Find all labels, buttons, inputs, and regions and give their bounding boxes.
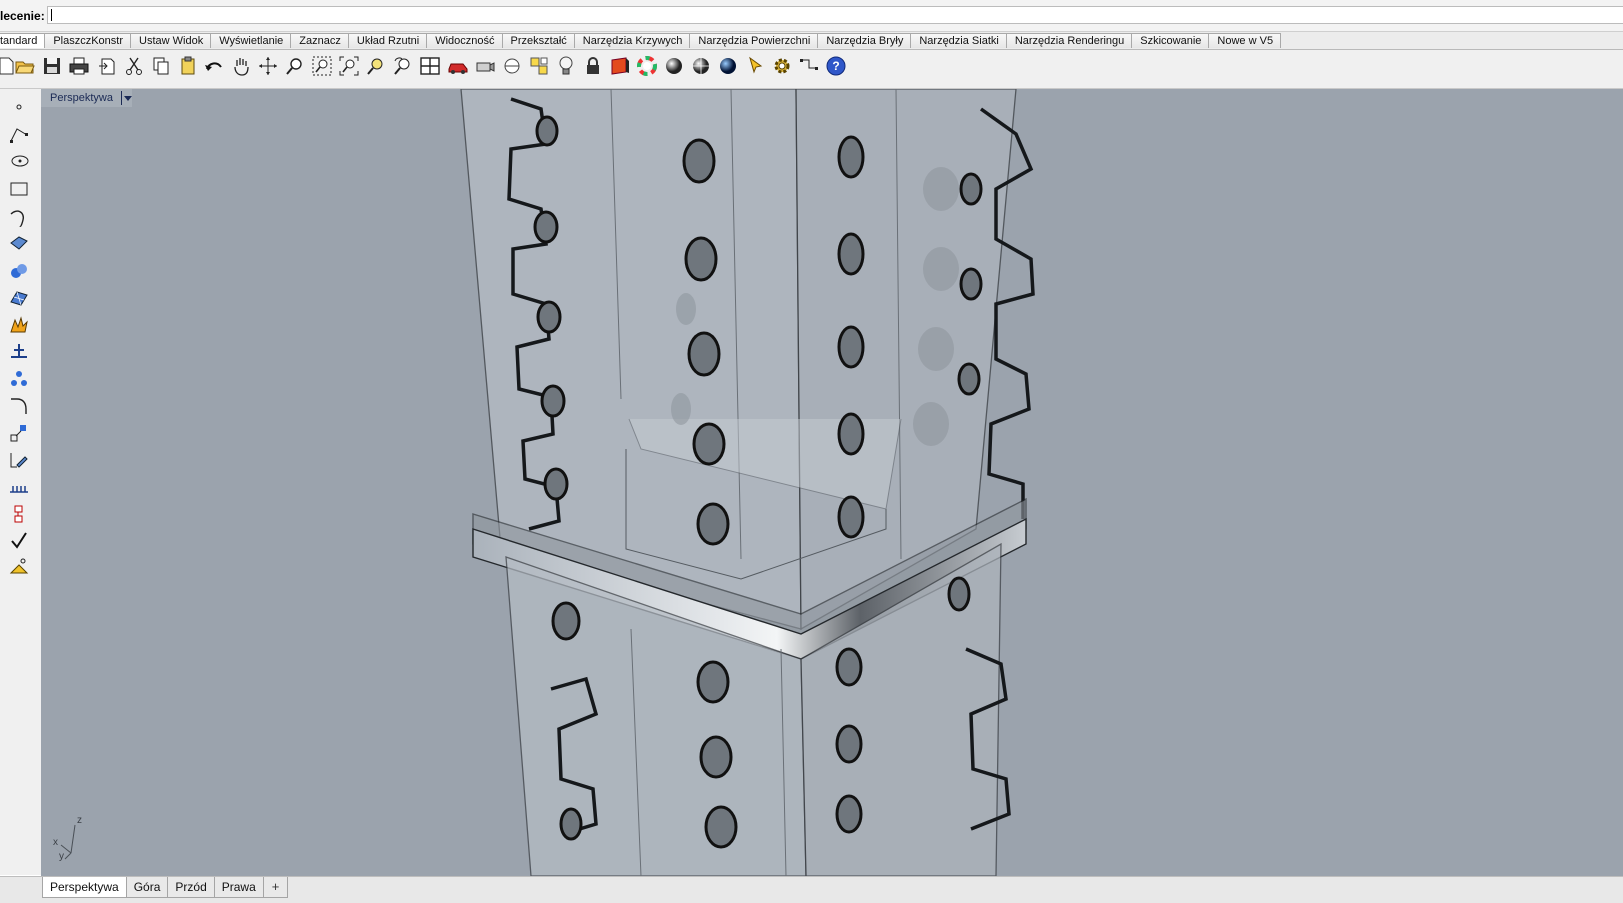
zoom-icon[interactable] xyxy=(283,54,307,78)
toolbar-tabs: tandard PlaszczKonstr Ustaw Widok Wyświe… xyxy=(0,33,1282,49)
command-input[interactable] xyxy=(47,6,1623,24)
circle-icon[interactable] xyxy=(6,149,32,173)
render-tool-icon[interactable] xyxy=(6,555,32,579)
render-sphere-icon[interactable] xyxy=(716,54,740,78)
tab-plaszczkonstr[interactable]: PlaszczKonstr xyxy=(44,33,132,48)
import-icon[interactable] xyxy=(95,54,119,78)
solid-spheres-icon[interactable] xyxy=(6,259,32,283)
lightbulb-icon[interactable] xyxy=(554,54,578,78)
perspective-viewport[interactable]: Perspektywa z x y xyxy=(41,89,1623,876)
command-bar: lecenie: xyxy=(0,0,1623,32)
tab-narzedzia-powierzchni[interactable]: Narzędzia Powierzchni xyxy=(689,33,819,48)
polyline-icon[interactable] xyxy=(6,123,32,147)
paste-icon[interactable] xyxy=(176,54,200,78)
array-icon[interactable] xyxy=(6,367,32,391)
tab-narzedzia-siatki[interactable]: Narzędzia Siatki xyxy=(910,33,1007,48)
copy-icon[interactable] xyxy=(149,54,173,78)
selection-filter-icon[interactable] xyxy=(745,54,769,78)
rendered-sphere-icon[interactable] xyxy=(689,54,713,78)
viewport-title[interactable]: Perspektywa xyxy=(41,89,132,107)
tab-zaznacz[interactable]: Zaznacz xyxy=(290,33,349,48)
tab-wyswietlanie[interactable]: Wyświetlanie xyxy=(210,33,292,48)
color-wheel-icon[interactable] xyxy=(635,54,659,78)
rectangle-icon[interactable] xyxy=(6,177,32,201)
tab-nowe-w-v5[interactable]: Nowe w V5 xyxy=(1208,33,1282,48)
help-icon[interactable]: ? xyxy=(824,54,848,78)
axis-lines xyxy=(60,824,76,860)
axis-z-label: z xyxy=(77,815,82,826)
tab-standard[interactable]: tandard xyxy=(0,33,46,48)
command-label: lecenie: xyxy=(0,9,45,23)
tab-narzedzia-krzywych[interactable]: Narzędzia Krzywych xyxy=(573,33,691,48)
left-toolbar xyxy=(0,89,42,875)
lock-icon[interactable] xyxy=(581,54,605,78)
axis-y-label: y xyxy=(59,851,64,862)
save-icon[interactable] xyxy=(40,54,64,78)
rotate-view-icon[interactable] xyxy=(256,54,280,78)
open-folder-icon[interactable] xyxy=(13,54,37,78)
tab-prawa[interactable]: Prawa xyxy=(213,877,264,898)
point-icon[interactable] xyxy=(6,95,32,119)
transform-scale-icon[interactable] xyxy=(6,421,32,445)
tab-perspektywa[interactable]: Perspektywa xyxy=(42,877,127,898)
shaded-sphere-icon[interactable] xyxy=(662,54,686,78)
zoom-selected-icon[interactable] xyxy=(364,54,388,78)
material-icon[interactable] xyxy=(608,54,632,78)
tab-widocznosc[interactable]: Widoczność xyxy=(426,33,503,48)
zoom-extents-icon[interactable] xyxy=(337,54,361,78)
dimension-icon[interactable] xyxy=(797,54,821,78)
grip-tool-icon[interactable] xyxy=(6,502,32,526)
surface-icon[interactable] xyxy=(6,232,32,256)
tab-gora[interactable]: Góra xyxy=(125,877,169,898)
pan-hand-icon[interactable] xyxy=(229,54,253,78)
edit-points-icon[interactable] xyxy=(6,448,32,472)
toolbar-tab-strip: tandard PlaszczKonstr Ustaw Widok Wyświe… xyxy=(0,32,1623,50)
svg-text:?: ? xyxy=(832,59,839,73)
undo-view-icon[interactable] xyxy=(391,54,415,78)
layer-properties-icon[interactable] xyxy=(527,54,551,78)
undo-icon[interactable] xyxy=(202,54,226,78)
cut-icon[interactable] xyxy=(122,54,146,78)
model-drawing xyxy=(460,89,1035,876)
chevron-down-icon[interactable] xyxy=(120,91,132,105)
zoom-window-icon[interactable] xyxy=(310,54,334,78)
tab-szkicowanie[interactable]: Szkicowanie xyxy=(1131,33,1210,48)
dimension-tool-icon[interactable] xyxy=(6,475,32,499)
tab-narzedzia-renderingu[interactable]: Narzędzia Renderingu xyxy=(1005,33,1133,48)
camera-target-icon[interactable] xyxy=(473,54,497,78)
tab-przeksztalc[interactable]: Przekształć xyxy=(501,33,575,48)
curve-icon[interactable] xyxy=(6,205,32,229)
tab-przod[interactable]: Przód xyxy=(167,877,215,898)
options-gear-icon[interactable] xyxy=(770,54,794,78)
viewport-title-label: Perspektywa xyxy=(50,92,113,104)
tab-uklad-rzutni[interactable]: Układ Rzutni xyxy=(347,33,428,48)
fillet-curve-icon[interactable] xyxy=(6,394,32,418)
text-caret xyxy=(51,9,52,21)
four-viewports-icon[interactable] xyxy=(418,54,442,78)
analyze-icon[interactable] xyxy=(6,339,32,363)
axis-indicator: z x y xyxy=(51,811,91,862)
tab-narzedzia-bryly[interactable]: Narzędzia Bryły xyxy=(817,33,912,48)
grid-snap-icon[interactable] xyxy=(500,54,524,78)
axis-x-label: x xyxy=(53,837,58,848)
check-icon[interactable] xyxy=(6,529,32,553)
mesh-icon[interactable] xyxy=(6,286,32,310)
viewport-tab-bar: Perspektywa Góra Przód Prawa + xyxy=(0,876,1623,903)
standard-toolbar: ? xyxy=(0,50,1623,89)
add-viewport-tab-button[interactable]: + xyxy=(262,877,289,898)
tab-ustaw-widok[interactable]: Ustaw Widok xyxy=(130,33,212,48)
print-icon[interactable] xyxy=(67,54,91,78)
car-render-icon[interactable] xyxy=(446,54,470,78)
explode-icon[interactable] xyxy=(6,313,32,337)
